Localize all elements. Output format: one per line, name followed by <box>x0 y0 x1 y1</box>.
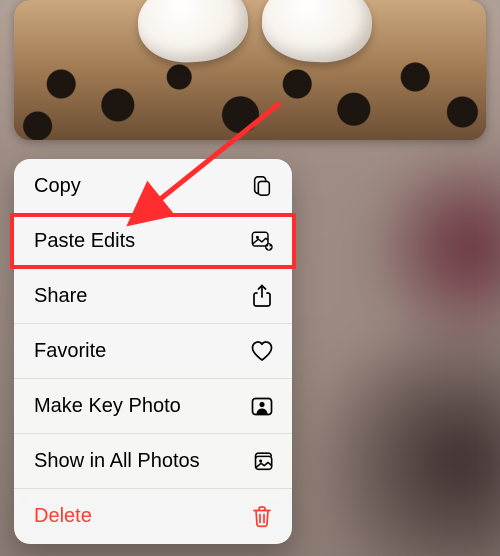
context-menu: Copy Paste Edits Share <box>14 159 292 544</box>
menu-item-make-key-photo[interactable]: Make Key Photo <box>14 379 292 434</box>
paste-edits-icon <box>250 229 274 253</box>
copy-icon <box>250 174 274 198</box>
photo-content <box>14 0 486 140</box>
heart-icon <box>250 339 274 363</box>
menu-item-label: Paste Edits <box>34 230 135 253</box>
key-photo-icon <box>250 394 274 418</box>
menu-item-show-in-all-photos[interactable]: Show in All Photos <box>14 434 292 489</box>
menu-item-label: Show in All Photos <box>34 450 200 473</box>
menu-item-label: Copy <box>34 175 81 198</box>
menu-item-paste-edits[interactable]: Paste Edits <box>14 214 292 269</box>
menu-item-favorite[interactable]: Favorite <box>14 324 292 379</box>
trash-icon <box>250 505 274 529</box>
menu-item-copy[interactable]: Copy <box>14 159 292 214</box>
share-icon <box>250 284 274 308</box>
menu-item-delete[interactable]: Delete <box>14 489 292 544</box>
menu-item-share[interactable]: Share <box>14 269 292 324</box>
menu-item-label: Delete <box>34 505 92 528</box>
menu-item-label: Share <box>34 285 87 308</box>
menu-item-label: Favorite <box>34 340 106 363</box>
selected-photo-thumbnail[interactable] <box>14 0 486 140</box>
menu-item-label: Make Key Photo <box>34 395 181 418</box>
stacked-photos-icon <box>250 449 274 473</box>
